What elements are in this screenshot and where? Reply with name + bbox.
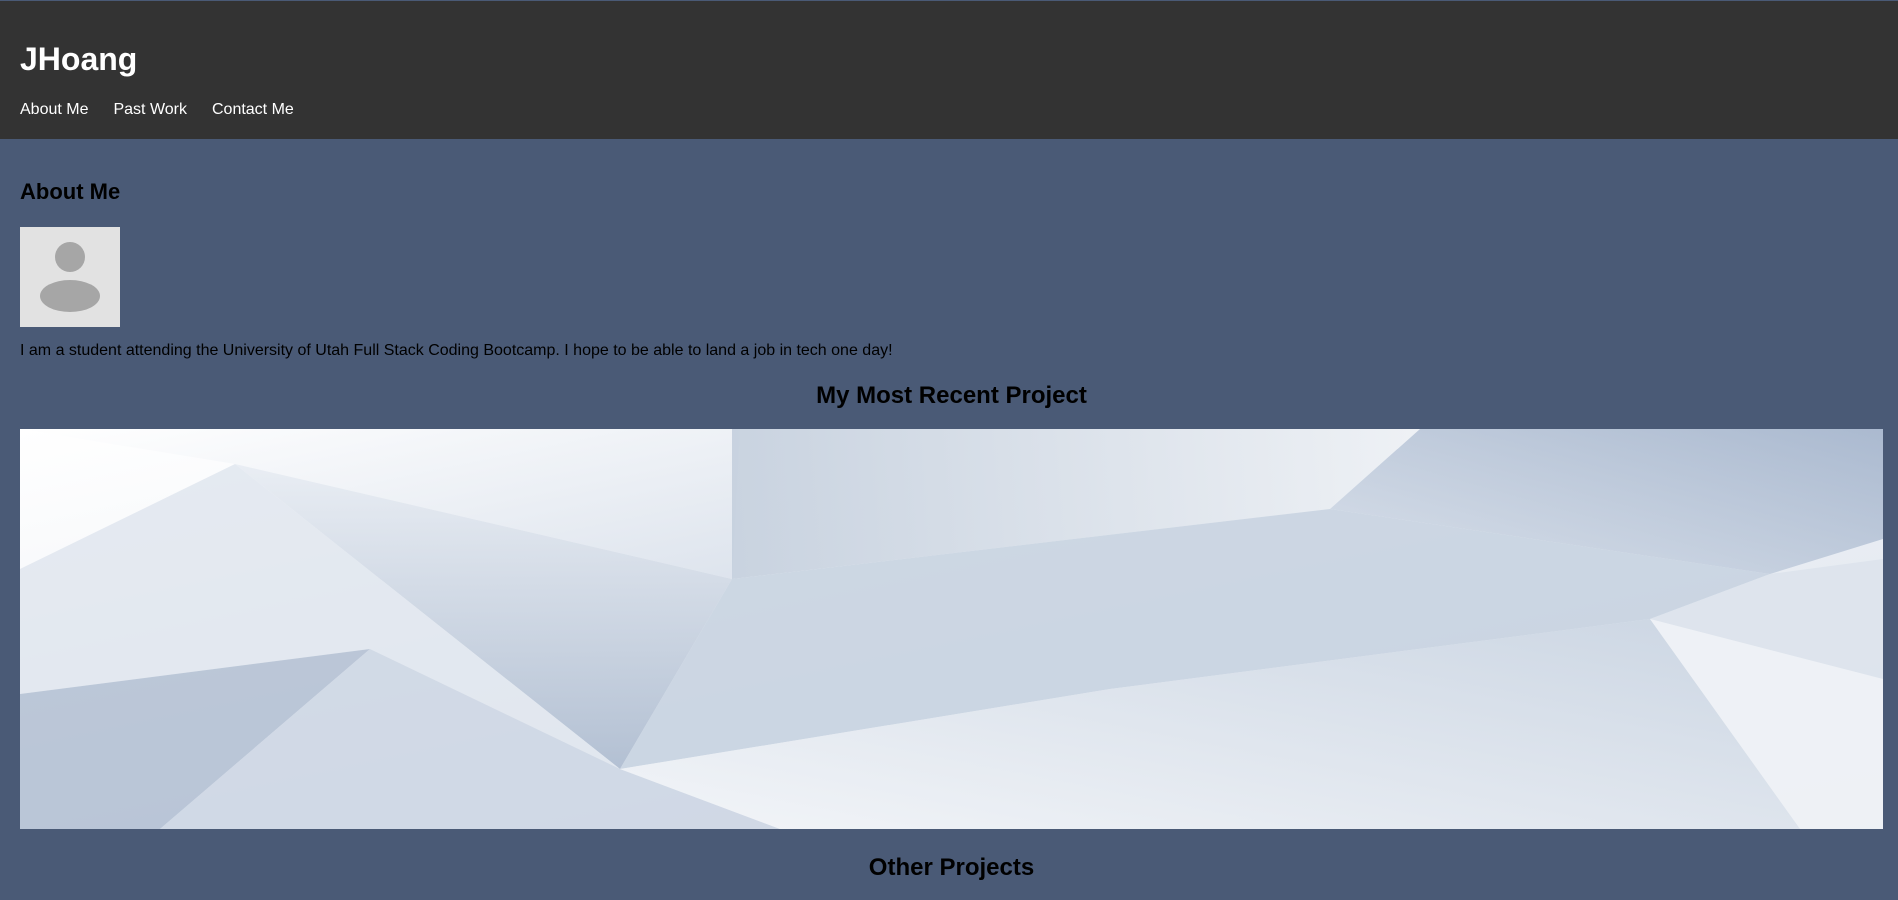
about-heading: About Me [20,179,121,204]
about-bio: I am a student attending the University … [20,342,893,359]
site-header: JHoang About Me Past Work Contact Me [0,0,1898,139]
nav-link-about-me[interactable]: About Me [20,101,88,119]
user-avatar-placeholder-icon [40,242,100,312]
nav-link-past-work[interactable]: Past Work [113,101,187,119]
site-title: JHoang [20,41,138,77]
main-nav: About Me Past Work Contact Me [20,101,294,119]
recent-project-heading: My Most Recent Project [816,382,1087,409]
abstract-polygon-background-image [20,429,1883,829]
nav-link-contact-me[interactable]: Contact Me [212,101,294,119]
avatar [20,227,120,327]
other-projects-heading: Other Projects [868,854,1035,881]
recent-project-image[interactable] [20,429,1883,829]
